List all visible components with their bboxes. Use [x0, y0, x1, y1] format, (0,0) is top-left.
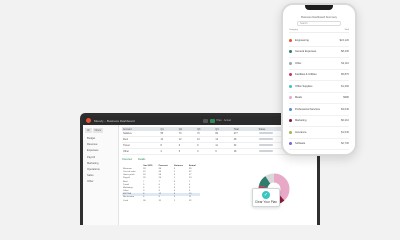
table-cell: 31 — [158, 199, 162, 202]
category-icon — [289, 142, 292, 146]
list-item-value: $1,260 — [341, 84, 349, 88]
list-item-value: $2,730 — [341, 142, 349, 146]
phone-page-title: Business Dashboard Summary — [301, 16, 337, 19]
list-item[interactable]: Software $2,730 — [289, 139, 349, 150]
sidebar: All Filters Budget Revenue Expenses Payr… — [83, 125, 119, 225]
sidebar-item-operations[interactable]: Operations — [87, 168, 116, 171]
sidebar-item-revenue[interactable]: Revenue — [87, 143, 116, 146]
nav-label-plan[interactable]: Plan — [217, 119, 222, 122]
list-item-value: $1,540 — [341, 130, 349, 134]
table-cell: 30 — [143, 199, 146, 202]
plan-view-icon[interactable] — [209, 118, 215, 123]
sidebar-item-other[interactable]: Other — [87, 180, 116, 183]
category-icon — [289, 50, 292, 54]
table-cell: 18 — [232, 148, 258, 155]
category-icon — [289, 84, 292, 88]
list-item-name: Office Supplies — [295, 84, 313, 88]
tab-details[interactable]: Details — [138, 158, 145, 161]
sidebar-tab-all[interactable]: All — [85, 128, 92, 133]
sidebar-tab-filters[interactable]: Filters — [92, 128, 104, 133]
list-item[interactable]: Meals $980 — [289, 93, 349, 104]
list-item-value: $24,120 — [339, 38, 349, 42]
clear-plan-label: Clear Your Plan — [254, 200, 278, 204]
list-item[interactable]: Facilities & Utilities $5,870 — [289, 70, 349, 81]
status-pill[interactable] — [258, 143, 273, 147]
list-item[interactable]: Professional Services $3,640 — [289, 104, 349, 116]
category-icon — [289, 153, 292, 154]
list-item-name: Marketing — [295, 119, 307, 123]
list-item-name: Other — [295, 61, 302, 65]
sidebar-item-sales[interactable]: Sales — [87, 174, 116, 177]
variance-table: Jan 2019 Forecast Variance Actual Revenue 93… — [122, 164, 200, 202]
table-cell: 1 — [173, 199, 176, 202]
status-pill[interactable] — [258, 131, 273, 135]
status-pill[interactable] — [258, 137, 273, 141]
phone-search-input[interactable]: Search — [297, 21, 341, 26]
phone-notch — [305, 5, 333, 10]
nav-label-actual[interactable]: Actual — [224, 119, 231, 122]
phone-header-total: Total — [344, 29, 349, 31]
table-cell: 32 — [189, 199, 192, 202]
list-item[interactable]: Entertainment & Events $1,120 — [289, 150, 349, 156]
table-cell: 4 — [159, 148, 178, 155]
list-item[interactable]: Other $2,110 — [289, 58, 349, 70]
view-switcher: Plan Actual — [202, 118, 231, 123]
list-item[interactable]: Office Supplies $1,260 — [289, 81, 349, 93]
grid-view-icon[interactable] — [202, 118, 208, 123]
tab-overview[interactable]: Overview — [122, 158, 132, 161]
category-icon — [289, 107, 292, 111]
list-item[interactable]: General Expenses $8,430 — [289, 47, 349, 58]
table-cell: 3 — [196, 148, 215, 155]
category-icon — [289, 61, 292, 65]
list-item-value: $1,120 — [341, 153, 349, 156]
phone-category-list: Engineering $24,120 General Expenses $8,430… — [289, 35, 349, 156]
table-cell: 5 — [177, 148, 197, 155]
phone-list-header: Category Total — [289, 29, 349, 33]
table-row[interactable]: Cash 30 31 1 32 — [122, 199, 200, 202]
list-item-value: $5,870 — [341, 73, 349, 77]
list-item-name: Entertainment & Events — [295, 153, 323, 156]
table-cell: Cash — [123, 199, 129, 202]
table-cell: 6 — [214, 148, 233, 155]
sidebar-item-payroll[interactable]: Payroll — [87, 156, 116, 159]
list-item-value: $3,640 — [341, 107, 349, 111]
category-icon — [289, 38, 292, 42]
category-icon — [289, 73, 292, 77]
list-item-name: Facilities & Utilities — [295, 73, 317, 77]
phone-frame: Business Dashboard Summary Search Catego… — [281, 3, 357, 156]
list-item-name: Engineering — [295, 38, 309, 42]
list-item-value: $2,110 — [341, 61, 349, 65]
list-item-name: General Expenses — [295, 50, 317, 54]
table-cell: Other — [122, 148, 160, 155]
category-icon — [289, 96, 292, 100]
list-item-name: Meals — [295, 96, 302, 100]
list-item-value: $6,210 — [341, 119, 349, 123]
list-item[interactable]: Insurance $1,540 — [289, 127, 349, 139]
list-item-value: $980 — [343, 96, 349, 100]
clear-plan-card[interactable]: ✓ Clear Your Plan — [252, 188, 280, 207]
list-item-value: $8,430 — [341, 50, 349, 54]
sidebar-item-budget[interactable]: Budget — [87, 137, 116, 140]
category-icon — [289, 119, 292, 123]
list-item-name: Insurance — [295, 130, 307, 134]
checkmark-icon: ✓ — [262, 191, 270, 199]
app-title: Moovly – Business Dashboard — [94, 118, 135, 123]
subtabs: Overview Details — [122, 158, 314, 161]
category-icon — [289, 130, 292, 134]
list-item-name: Professional Services — [295, 107, 320, 111]
list-item[interactable]: Marketing $6,210 — [289, 116, 349, 127]
status-pill[interactable] — [258, 149, 273, 153]
brand-logo-icon — [86, 118, 91, 123]
sidebar-item-marketing[interactable]: Marketing — [87, 162, 116, 165]
sidebar-item-expenses[interactable]: Expenses — [87, 149, 116, 152]
list-item[interactable]: Engineering $24,120 — [289, 35, 349, 47]
phone-header-category: Category — [289, 29, 298, 31]
list-item-name: Software — [295, 142, 306, 146]
